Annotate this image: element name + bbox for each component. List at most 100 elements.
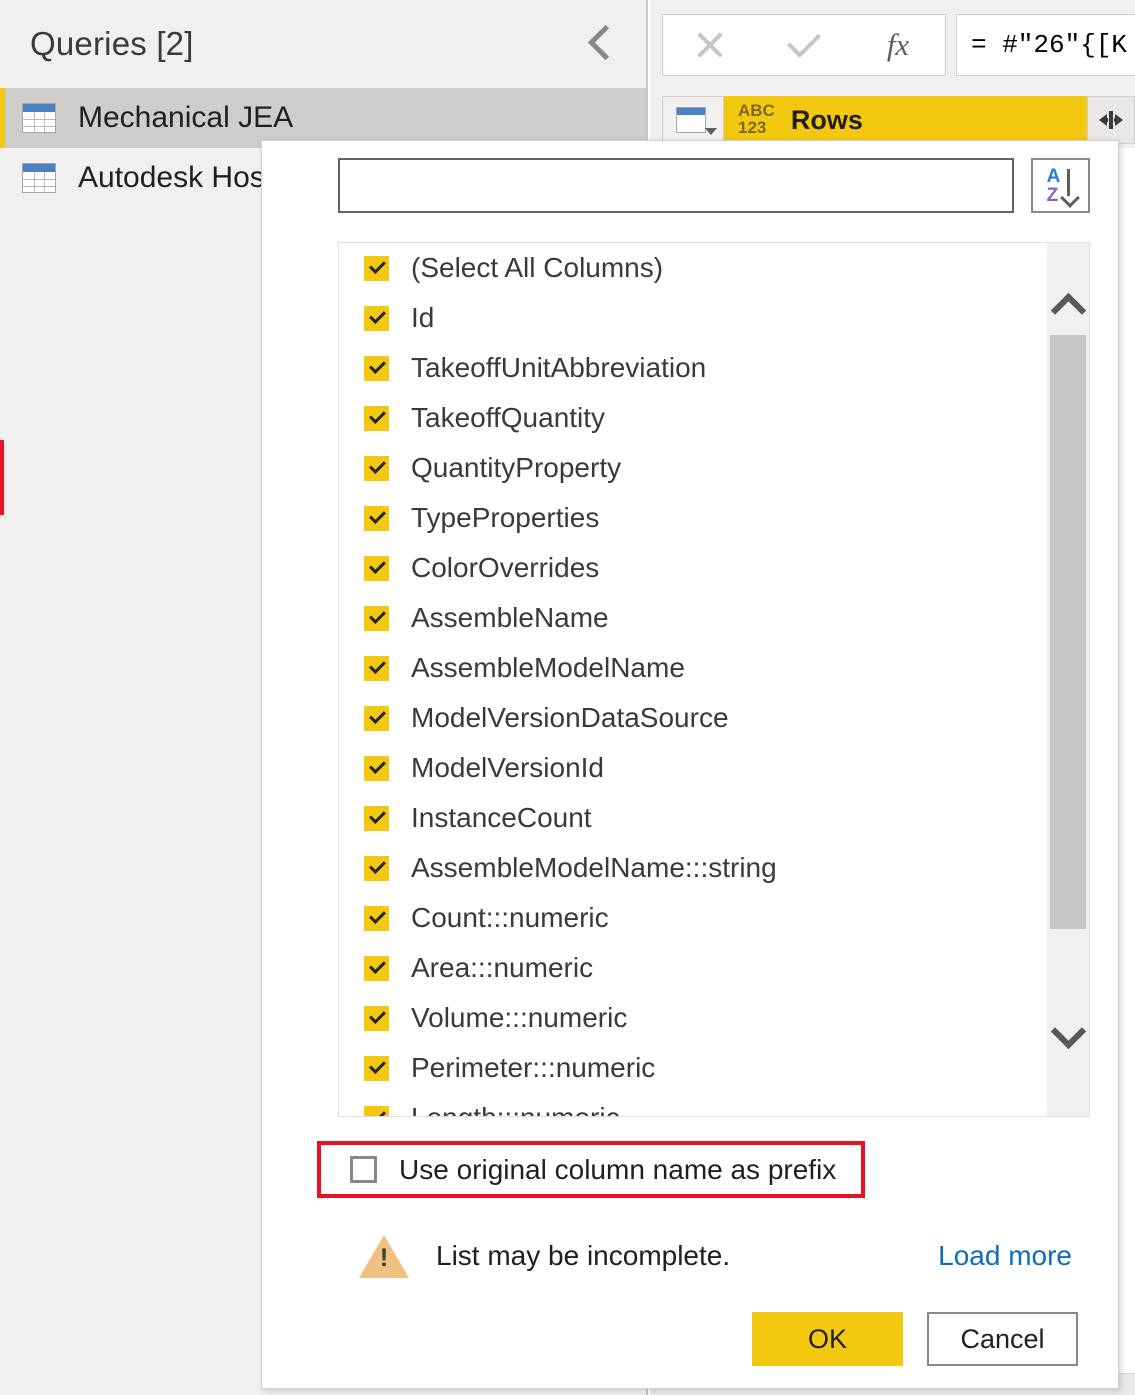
use-original-prefix-checkbox[interactable] <box>350 1156 377 1183</box>
list-incomplete-notice: List may be incomplete. Load more <box>262 1226 1120 1286</box>
column-list-item[interactable]: QuantityProperty <box>339 443 1047 493</box>
cancel-formula-button[interactable] <box>663 15 757 75</box>
column-label: ModelVersionDataSource <box>411 702 729 734</box>
column-checkbox[interactable] <box>364 806 389 831</box>
column-list-item[interactable]: ModelVersionId <box>339 743 1047 793</box>
column-checkbox[interactable] <box>364 356 389 381</box>
column-checkbox[interactable] <box>364 1106 389 1117</box>
expand-columns-dialog: A Z (Select All Columns)IdTakeoffUnitAbb… <box>261 140 1119 1389</box>
column-checkbox[interactable] <box>364 606 389 631</box>
column-label: ColorOverrides <box>411 552 599 584</box>
column-list[interactable]: (Select All Columns)IdTakeoffUnitAbbrevi… <box>339 243 1047 1116</box>
sidebar-item-mechanical-jea[interactable]: Mechanical JEA <box>0 88 646 148</box>
accept-formula-button[interactable] <box>757 15 851 75</box>
load-more-link[interactable]: Load more <box>938 1240 1072 1272</box>
column-checkbox[interactable] <box>364 706 389 731</box>
search-row: A Z <box>338 158 1090 213</box>
column-header-rows[interactable]: ABC 123 Rows <box>724 96 1135 144</box>
x-icon <box>694 29 726 61</box>
list-incomplete-text: List may be incomplete. <box>436 1240 730 1272</box>
formula-bar[interactable]: = #"26"{[K <box>956 14 1135 76</box>
column-label: TypeProperties <box>411 502 599 534</box>
column-list-item[interactable]: AssembleModelName:::string <box>339 843 1047 893</box>
column-checkbox[interactable] <box>364 556 389 581</box>
column-list-item[interactable]: AssembleModelName <box>339 643 1047 693</box>
column-list-item[interactable]: ColorOverrides <box>339 543 1047 593</box>
column-label: ModelVersionId <box>411 752 604 784</box>
chevron-left-icon <box>587 24 622 59</box>
scroll-down-button[interactable] <box>1047 1010 1089 1058</box>
sort-letter-z: Z <box>1047 186 1061 205</box>
column-checkbox[interactable] <box>364 1006 389 1031</box>
scrollbar-thumb[interactable] <box>1050 335 1086 929</box>
column-label: AssembleModelName:::string <box>411 852 777 884</box>
column-list-item[interactable]: Volume:::numeric <box>339 993 1047 1043</box>
column-label: InstanceCount <box>411 802 592 834</box>
column-list-item[interactable]: Area:::numeric <box>339 943 1047 993</box>
insert-function-button[interactable]: fx <box>851 15 945 75</box>
column-checkbox[interactable] <box>364 456 389 481</box>
formula-tools-group: fx <box>662 14 946 76</box>
sidebar-item-label: Autodesk Hos <box>78 161 265 195</box>
column-list-scrollbar[interactable] <box>1047 243 1089 1116</box>
column-label: Perimeter:::numeric <box>411 1052 655 1084</box>
column-label: Count:::numeric <box>411 902 609 934</box>
formula-area: fx = #"26"{[K ABC 123 Rows <box>650 0 1135 148</box>
column-label: AssembleModelName <box>411 652 685 684</box>
expand-columns-button[interactable] <box>1087 96 1135 144</box>
sort-letter-a: A <box>1047 167 1061 186</box>
column-checkbox[interactable] <box>364 906 389 931</box>
sort-arrow-icon <box>1062 169 1074 203</box>
column-list-item[interactable]: Perimeter:::numeric <box>339 1043 1047 1093</box>
search-input[interactable] <box>338 158 1014 213</box>
column-list-item[interactable]: Id <box>339 293 1047 343</box>
column-list-item[interactable]: TakeoffUnitAbbreviation <box>339 343 1047 393</box>
formula-text: = #"26"{[K <box>971 30 1127 60</box>
chevron-down-icon <box>705 128 717 135</box>
column-checkbox[interactable] <box>364 256 389 281</box>
use-original-prefix-option[interactable]: Use original column name as prefix <box>317 1141 865 1198</box>
column-list-item[interactable]: AssembleName <box>339 593 1047 643</box>
scroll-up-button[interactable] <box>1047 283 1089 331</box>
column-list-item[interactable]: Count:::numeric <box>339 893 1047 943</box>
column-checkbox[interactable] <box>364 506 389 531</box>
column-label: Length:::numeric <box>411 1102 620 1116</box>
table-icon <box>22 103 56 133</box>
warning-icon <box>359 1235 409 1278</box>
collapse-queries-pane-button[interactable] <box>580 18 624 66</box>
check-icon <box>787 24 821 58</box>
column-type-button[interactable] <box>662 96 724 144</box>
sort-az-icon: A Z <box>1047 167 1075 205</box>
column-checkbox[interactable] <box>364 956 389 981</box>
sort-az-button[interactable]: A Z <box>1031 158 1090 213</box>
column-header-label: Rows <box>791 105 863 136</box>
type-123: 123 <box>738 118 766 137</box>
column-checkbox[interactable] <box>364 406 389 431</box>
column-list-item[interactable]: ModelVersionDataSource <box>339 693 1047 743</box>
column-checkbox[interactable] <box>364 756 389 781</box>
column-checkbox[interactable] <box>364 656 389 681</box>
column-list-item[interactable]: TakeoffQuantity <box>339 393 1047 443</box>
chevron-up-icon <box>1050 292 1085 327</box>
ok-button[interactable]: OK <box>752 1312 903 1366</box>
column-label: QuantityProperty <box>411 452 621 484</box>
error-accent-bar <box>0 440 4 515</box>
dialog-button-row: OK Cancel <box>752 1312 1078 1366</box>
column-type-indicator: ABC 123 <box>738 103 775 136</box>
cancel-button[interactable]: Cancel <box>927 1312 1078 1366</box>
column-list-item[interactable]: (Select All Columns) <box>339 243 1047 293</box>
column-checkbox[interactable] <box>364 856 389 881</box>
column-list-container: (Select All Columns)IdTakeoffUnitAbbrevi… <box>338 242 1090 1117</box>
column-label: AssembleName <box>411 602 609 634</box>
queries-pane-header: Queries [2] <box>0 0 646 88</box>
expand-columns-icon <box>1096 108 1126 132</box>
column-checkbox[interactable] <box>364 1056 389 1081</box>
column-list-item[interactable]: TypeProperties <box>339 493 1047 543</box>
column-checkbox[interactable] <box>364 306 389 331</box>
column-header-row: ABC 123 Rows <box>662 96 1135 144</box>
sidebar-item-label: Mechanical JEA <box>78 101 293 135</box>
column-list-item[interactable]: InstanceCount <box>339 793 1047 843</box>
column-list-item[interactable]: Length:::numeric <box>339 1093 1047 1116</box>
use-original-prefix-label: Use original column name as prefix <box>399 1154 836 1186</box>
table-icon <box>22 163 56 193</box>
